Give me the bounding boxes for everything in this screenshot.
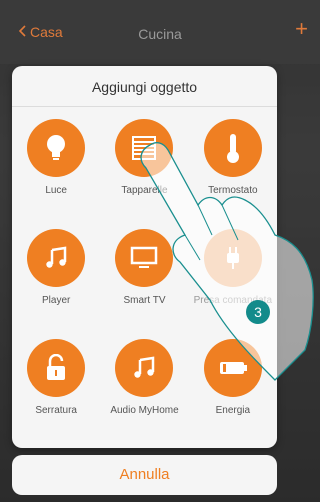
music-note-icon (27, 229, 86, 287)
tile-label: Termostato (208, 185, 258, 196)
tile-label: Serratura (35, 405, 77, 416)
tile-label: Audio MyHome (110, 405, 179, 416)
tv-icon (115, 229, 174, 287)
tile-termostato[interactable]: Termostato (189, 115, 277, 225)
thermometer-icon (203, 119, 262, 177)
tile-label: Smart TV (123, 295, 166, 306)
step-badge: 3 (246, 300, 270, 324)
tile-audio-myhome[interactable]: Audio MyHome (100, 335, 188, 445)
shutter-icon (115, 119, 174, 177)
tile-label: Player (41, 295, 71, 306)
tile-luce[interactable]: Luce (12, 115, 100, 225)
tile-tapparelle[interactable]: Tapparelle (100, 115, 188, 225)
tile-player[interactable]: Player (12, 225, 100, 335)
tile-label: Tapparelle (121, 185, 168, 196)
page-title: Cucina (138, 26, 182, 42)
battery-icon (203, 339, 262, 397)
music-note-icon (115, 339, 174, 397)
lock-icon (27, 339, 86, 397)
plug-icon (203, 229, 262, 287)
cancel-button[interactable]: Annulla (12, 455, 277, 495)
tile-smart-tv[interactable]: Smart TV (100, 225, 188, 335)
tile-label: Energia (215, 405, 251, 416)
object-grid: Luce Tapparelle Termostato Player Smart … (12, 107, 277, 445)
tile-label: Luce (45, 185, 67, 196)
navigation-bar: Casa Cucina + (0, 0, 320, 64)
add-button[interactable]: + (295, 18, 308, 40)
tile-energia[interactable]: Energia (189, 335, 277, 445)
dialog-title: Aggiungi oggetto (12, 66, 277, 107)
bulb-icon (27, 119, 86, 177)
tile-serratura[interactable]: Serratura (12, 335, 100, 445)
add-object-dialog: Aggiungi oggetto Luce Tapparelle Termost… (12, 66, 277, 448)
